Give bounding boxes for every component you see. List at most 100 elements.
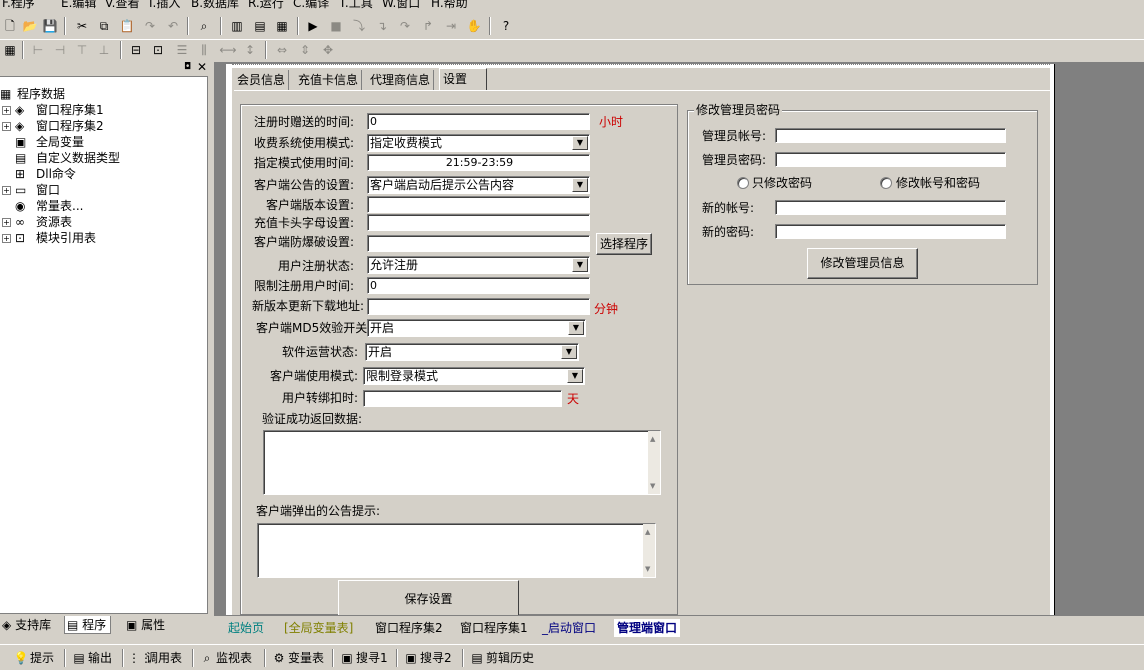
tab-variables[interactable]: ⚙ 变量表 (270, 649, 324, 667)
open-file-icon[interactable]: 📂 (20, 17, 40, 35)
tab-search1[interactable]: ▣ 搜寻1 (338, 649, 387, 667)
layout2-icon[interactable]: ▤ (250, 17, 270, 35)
tab-card-info[interactable]: 充值卡信息 (295, 70, 363, 90)
tab-start-page[interactable]: 起始页 (228, 619, 264, 637)
new-password-input[interactable] (775, 224, 1006, 239)
layout3-icon[interactable]: ▦ (272, 17, 292, 35)
menu-view[interactable]: V.查看 (105, 0, 139, 11)
copy-icon[interactable]: ⧉ (94, 17, 114, 35)
scroll-up-icon[interactable]: ▲ (645, 528, 650, 536)
client-mode-select[interactable]: 限制登录模式 ▼ (363, 367, 585, 385)
layout1-icon[interactable]: ▥ (227, 17, 247, 35)
card-prefix-input[interactable] (367, 214, 590, 231)
anti-crack-input[interactable] (367, 235, 590, 252)
tab-clip-history[interactable]: ▤ 剪辑历史 (468, 649, 534, 667)
new-file-icon[interactable]: 🗋 (0, 17, 20, 35)
tab-settings[interactable]: 设置 (439, 68, 487, 90)
expand-icon[interactable]: + (2, 186, 11, 195)
chevron-down-icon[interactable]: ▼ (572, 258, 588, 272)
expand-icon[interactable]: + (2, 218, 11, 227)
step-into-icon[interactable]: ↴ (372, 17, 392, 35)
tab-hint[interactable]: 💡 提示 (12, 649, 55, 667)
menu-help[interactable]: H.帮助 (431, 0, 468, 11)
close-icon[interactable]: ✕ (197, 60, 207, 74)
reg-gift-time-input[interactable]: 0 (367, 113, 590, 130)
run-status-select[interactable]: 开启 ▼ (365, 343, 579, 361)
tab-properties[interactable]: ▣ 属性 (124, 616, 165, 634)
chevron-down-icon[interactable]: ▼ (561, 345, 577, 359)
h-space-icon[interactable]: ⟷ (218, 41, 238, 59)
transfer-deduct-input[interactable] (363, 390, 562, 407)
verify-return-textarea[interactable]: ▲ ▼ (263, 430, 661, 495)
reg-limit-input[interactable]: 0 (367, 277, 590, 294)
tab-assembly2[interactable]: 窗口程序集2 (375, 619, 443, 637)
paste-icon[interactable]: 📋 (117, 17, 137, 35)
select-program-button[interactable]: 选择程序 (596, 233, 652, 255)
find-icon[interactable]: ⌕ (194, 17, 214, 35)
expand-icon[interactable]: + (2, 234, 11, 243)
chevron-down-icon[interactable]: ▼ (572, 136, 588, 150)
scrollbar[interactable]: ▲ ▼ (648, 431, 660, 494)
same-size-icon[interactable]: ✥ (318, 41, 338, 59)
admin-password-input[interactable] (775, 152, 1006, 167)
tab-startup-window[interactable]: _启动窗口 (542, 619, 596, 637)
reg-status-select[interactable]: 允许注册 ▼ (367, 256, 590, 274)
menu-window[interactable]: W.窗口 (382, 0, 420, 11)
scroll-down-icon[interactable]: ▼ (650, 482, 655, 490)
align-right-icon[interactable]: ⊣ (50, 41, 70, 59)
tab-output[interactable]: ▤ 输出 (70, 649, 112, 667)
menu-compile[interactable]: C.编译 (293, 0, 329, 11)
charge-mode-select[interactable]: 指定收费模式 ▼ (367, 134, 590, 152)
align-left-icon[interactable]: ⊢ (28, 41, 48, 59)
new-account-input[interactable] (775, 200, 1006, 215)
menu-tools[interactable]: T.工具 (339, 0, 373, 11)
update-url-input[interactable] (367, 298, 590, 315)
center-h-icon[interactable]: ⊟ (126, 41, 146, 59)
radio-account-and-password[interactable] (880, 177, 892, 189)
scroll-down-icon[interactable]: ▼ (645, 565, 650, 573)
restore-icon[interactable]: ◘ (184, 62, 191, 72)
run-to-cursor-icon[interactable]: ⇥ (441, 17, 461, 35)
save-icon[interactable]: 💾 (40, 17, 60, 35)
scrollbar[interactable]: ▲ ▼ (643, 524, 655, 577)
tab-member-info[interactable]: 会员信息 (234, 70, 290, 90)
popup-notice-textarea[interactable]: ▲ ▼ (257, 523, 656, 578)
tab-support-lib[interactable]: ◈ 支持库 (0, 616, 51, 634)
chevron-down-icon[interactable]: ▼ (572, 178, 588, 192)
tab-agent-info[interactable]: 代理商信息 (367, 70, 435, 90)
center-v-icon[interactable]: ⊡ (148, 41, 168, 59)
modify-admin-button[interactable]: 修改管理员信息 (807, 248, 918, 279)
expand-icon[interactable]: + (2, 106, 11, 115)
save-settings-button[interactable]: 保存设置 (338, 580, 519, 615)
same-size-v-icon[interactable]: ⇕ (295, 41, 315, 59)
whats-this-icon[interactable]: ? (496, 17, 516, 35)
expand-icon[interactable]: + (2, 122, 11, 131)
redo-icon[interactable]: ↷ (140, 17, 160, 35)
tab-assembly1[interactable]: 窗口程序集1 (460, 619, 528, 637)
menu-insert[interactable]: I.插入 (149, 0, 180, 11)
tab-global-vars[interactable]: [全局变量表] (284, 619, 353, 637)
v-space-icon[interactable]: ↕ (240, 41, 260, 59)
admin-account-input[interactable] (775, 128, 1006, 143)
align-top-icon[interactable]: ⊤ (72, 41, 92, 59)
tab-watch[interactable]: ⌕ 监视表 (198, 649, 252, 667)
tab-program[interactable]: ▤ 程序 (64, 616, 112, 634)
radio-password-only[interactable] (737, 177, 749, 189)
same-size-h-icon[interactable]: ⇔ (272, 41, 292, 59)
run-icon[interactable]: ▶ (303, 17, 323, 35)
tab-admin-window[interactable]: 管理端窗口 (614, 619, 681, 637)
scroll-up-icon[interactable]: ▲ (650, 435, 655, 443)
mode-time-input[interactable]: 21:59-23:59 (367, 154, 590, 171)
grid-icon[interactable]: ▦ (0, 41, 20, 59)
same-width-icon[interactable]: ⫼ (194, 41, 214, 59)
stop-icon[interactable]: ■ (326, 17, 346, 35)
chevron-down-icon[interactable]: ▼ (567, 369, 583, 383)
md5-switch-select[interactable]: 开启 ▼ (367, 319, 586, 337)
menu-edit[interactable]: E.编辑 (61, 0, 96, 11)
notice-setting-select[interactable]: 客户端启动后提示公告内容 ▼ (367, 176, 590, 194)
chevron-down-icon[interactable]: ▼ (568, 321, 584, 335)
menu-database[interactable]: B.数据库 (191, 0, 239, 11)
version-input[interactable] (367, 196, 590, 213)
menu-program[interactable]: F.程序 (2, 0, 35, 11)
align-bottom-icon[interactable]: ⊥ (94, 41, 114, 59)
